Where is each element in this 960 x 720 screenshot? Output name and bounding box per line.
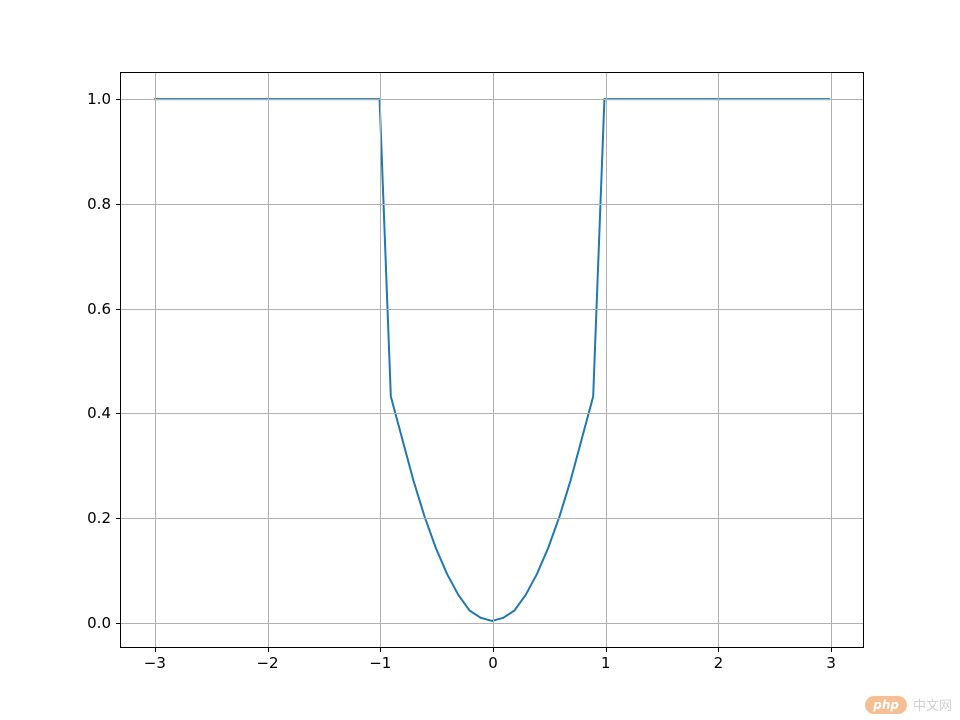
x-tick-label: −3 bbox=[144, 654, 166, 672]
x-tick-label: −1 bbox=[369, 654, 391, 672]
grid-line bbox=[155, 73, 156, 647]
line-series bbox=[121, 73, 863, 647]
x-tick bbox=[155, 647, 156, 652]
grid-line bbox=[606, 73, 607, 647]
x-tick bbox=[718, 647, 719, 652]
grid-line bbox=[493, 73, 494, 647]
y-tick bbox=[116, 99, 121, 100]
y-tick bbox=[116, 413, 121, 414]
plot-area: −3−2−101230.00.20.40.60.81.0 bbox=[120, 72, 864, 648]
grid-line bbox=[831, 73, 832, 647]
x-tick bbox=[268, 647, 269, 652]
grid-line bbox=[121, 309, 863, 310]
y-tick bbox=[116, 204, 121, 205]
x-tick-label: 1 bbox=[601, 654, 611, 672]
y-tick-label: 0.2 bbox=[87, 509, 111, 527]
grid-line bbox=[718, 73, 719, 647]
y-tick-label: 0.0 bbox=[87, 614, 111, 632]
watermark-badge: php bbox=[865, 696, 907, 714]
figure: −3−2−101230.00.20.40.60.81.0 php 中文网 bbox=[0, 0, 960, 720]
x-tick bbox=[493, 647, 494, 652]
grid-line bbox=[121, 623, 863, 624]
y-tick bbox=[116, 623, 121, 624]
y-tick bbox=[116, 309, 121, 310]
x-tick-label: 2 bbox=[714, 654, 724, 672]
x-tick bbox=[380, 647, 381, 652]
x-tick-label: −2 bbox=[256, 654, 278, 672]
y-tick-label: 1.0 bbox=[87, 90, 111, 108]
watermark: php 中文网 bbox=[865, 695, 952, 714]
grid-line bbox=[121, 99, 863, 100]
y-tick bbox=[116, 518, 121, 519]
grid-line bbox=[121, 413, 863, 414]
x-tick bbox=[831, 647, 832, 652]
grid-line bbox=[121, 518, 863, 519]
y-tick-label: 0.8 bbox=[87, 195, 111, 213]
grid-line bbox=[121, 204, 863, 205]
y-tick-label: 0.4 bbox=[87, 404, 111, 422]
grid-line bbox=[380, 73, 381, 647]
x-tick-label: 3 bbox=[826, 654, 836, 672]
x-tick-label: 0 bbox=[488, 654, 498, 672]
x-tick bbox=[606, 647, 607, 652]
y-tick-label: 0.6 bbox=[87, 300, 111, 318]
watermark-text: 中文网 bbox=[913, 695, 952, 714]
grid-line bbox=[268, 73, 269, 647]
